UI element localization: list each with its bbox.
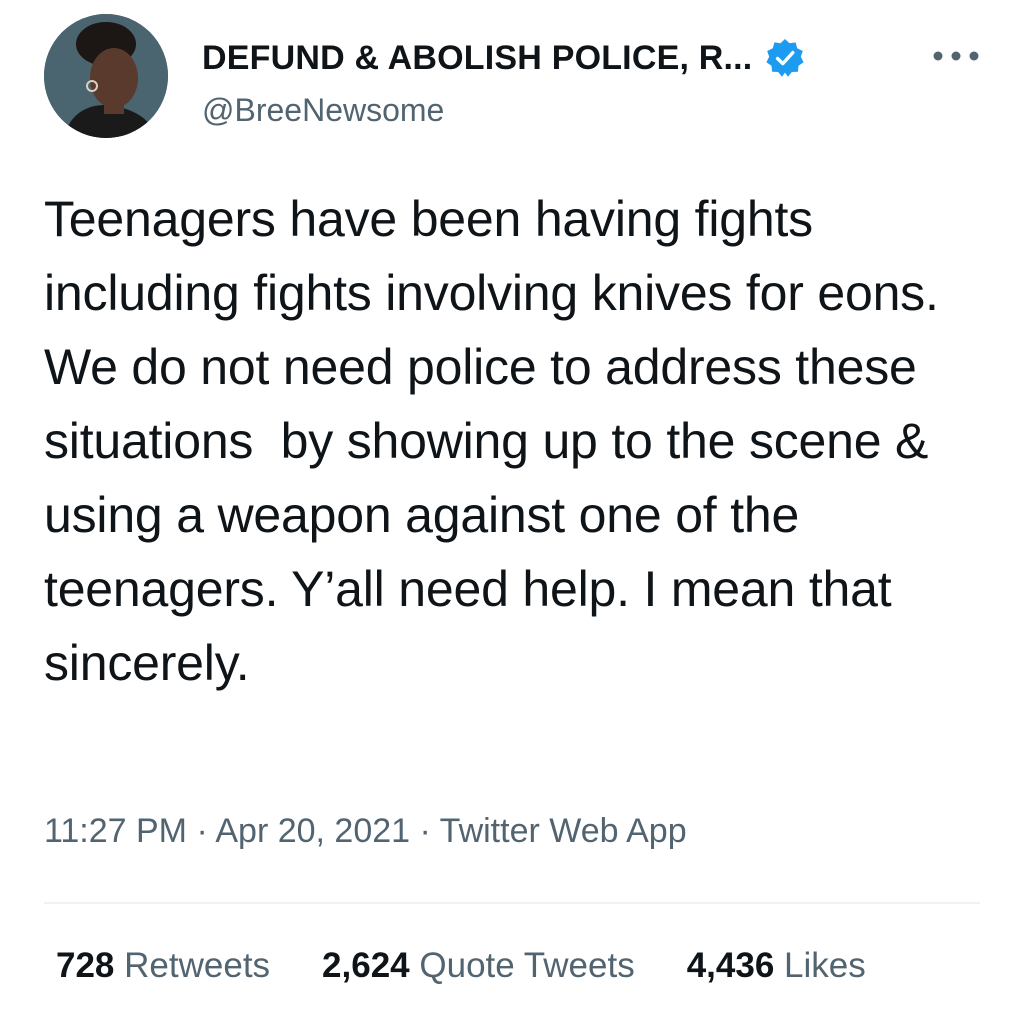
likes-label: Likes xyxy=(784,946,866,985)
more-options-icon[interactable] xyxy=(928,38,984,74)
meta-separator: · xyxy=(410,812,440,850)
tweet-metadata: 11:27 PM · Apr 20, 2021 · Twitter Web Ap… xyxy=(44,812,687,851)
tweet-text: Teenagers have been having fights includ… xyxy=(44,191,953,691)
tweet-time[interactable]: 11:27 PM xyxy=(44,812,187,850)
tweet-date[interactable]: Apr 20, 2021 xyxy=(215,812,410,850)
tweet-source[interactable]: Twitter Web App xyxy=(440,812,687,850)
author-handle[interactable]: @BreeNewsome xyxy=(202,92,806,129)
meta-separator: · xyxy=(187,812,216,850)
likes-count: 4,436 xyxy=(686,946,775,985)
quote-tweets-label: Quote Tweets xyxy=(419,946,635,985)
retweets-label: Retweets xyxy=(124,946,271,985)
quote-tweets-stat[interactable]: 2,624 Quote Tweets xyxy=(322,946,635,986)
tweet-card: DEFUND & ABOLISH POLICE, R... @BreeNewso… xyxy=(0,0,1024,1021)
quote-tweets-count: 2,624 xyxy=(322,946,410,985)
divider xyxy=(44,902,980,904)
author-names: DEFUND & ABOLISH POLICE, R... @BreeNewso… xyxy=(202,28,806,129)
profile-photo-icon xyxy=(44,14,168,138)
verified-badge-icon xyxy=(764,37,806,79)
tweet-stats: 728 Retweets 2,624 Quote Tweets 4,436 Li… xyxy=(56,946,866,986)
tweet-header: DEFUND & ABOLISH POLICE, R... @BreeNewso… xyxy=(44,14,984,140)
retweets-count: 728 xyxy=(56,946,115,985)
likes-stat[interactable]: 4,436 Likes xyxy=(687,946,866,986)
avatar[interactable] xyxy=(44,14,168,138)
display-name[interactable]: DEFUND & ABOLISH POLICE, R... xyxy=(202,39,752,78)
retweets-stat[interactable]: 728 Retweets xyxy=(56,946,270,986)
display-name-row: DEFUND & ABOLISH POLICE, R... xyxy=(202,28,806,88)
